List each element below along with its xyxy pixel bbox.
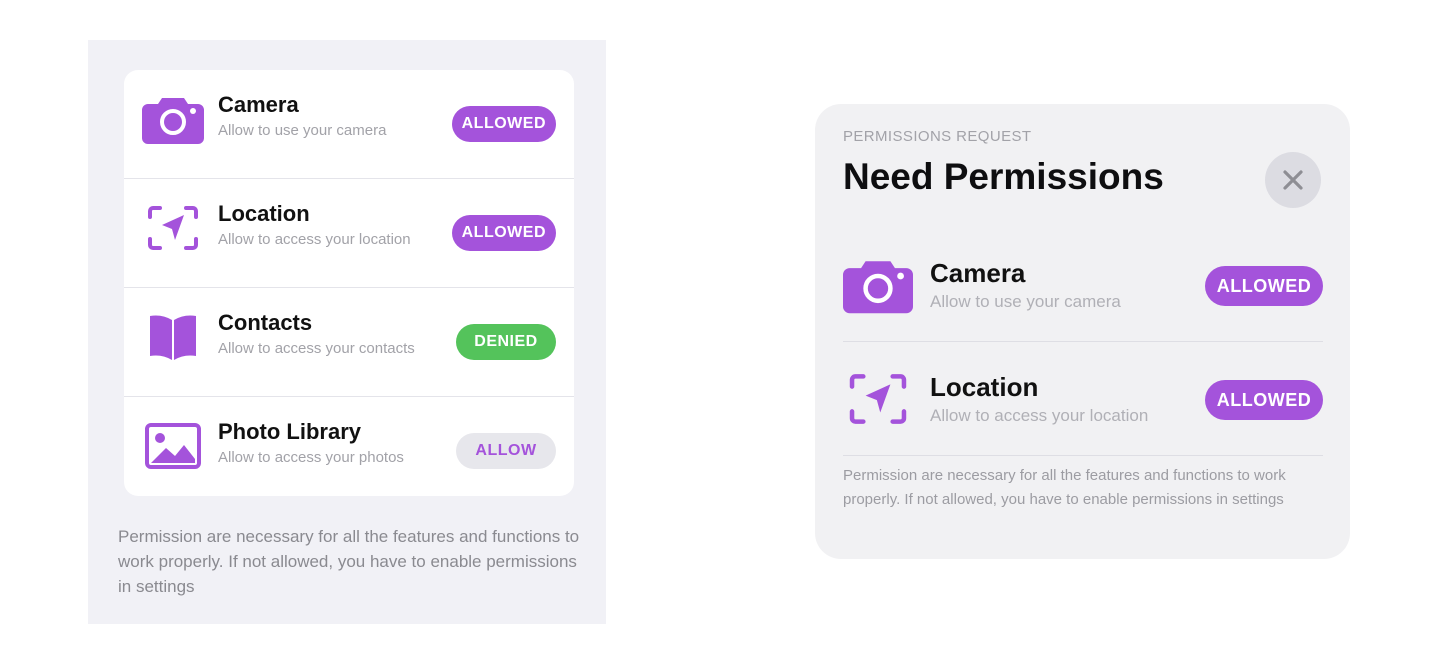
modal-item-subtitle: Allow to access your location	[930, 406, 1149, 425]
location-icon	[843, 370, 913, 428]
close-icon	[1283, 170, 1303, 190]
modal-item-location: Location Allow to access your location A…	[843, 342, 1323, 456]
location-icon	[142, 203, 204, 253]
modal-camera-status-button[interactable]: ALLOWED	[1205, 266, 1323, 306]
list-item-photo-library: Photo Library Allow to access your photo…	[124, 397, 574, 496]
list-item-title: Location	[218, 201, 310, 226]
list-item-subtitle: Allow to use your camera	[218, 122, 387, 139]
permissions-list-panel: Camera Allow to use your camera ALLOWED …	[88, 40, 606, 624]
list-item-title: Contacts	[218, 310, 313, 335]
list-item-contacts: Contacts Allow to access your contacts D…	[124, 288, 574, 397]
modal-location-status-button[interactable]: ALLOWED	[1205, 380, 1323, 420]
list-item-camera: Camera Allow to use your camera ALLOWED	[124, 70, 574, 179]
modal-item-title: Location	[930, 372, 1039, 402]
camera-status-button[interactable]: ALLOWED	[451, 106, 556, 142]
list-item-location: Location Allow to access your location A…	[124, 179, 574, 288]
modal-title: Need Permissions	[843, 156, 1164, 197]
contacts-book-icon	[142, 312, 204, 362]
list-item-subtitle: Allow to access your location	[218, 231, 411, 248]
contacts-status-button[interactable]: DENIED	[456, 324, 556, 360]
modal-eyebrow: PERMISSIONS REQUEST	[843, 128, 1032, 145]
permissions-list-card: Camera Allow to use your camera ALLOWED …	[124, 70, 574, 496]
modal-item-title: Camera	[930, 258, 1026, 288]
location-status-button[interactable]: ALLOWED	[451, 215, 556, 251]
photo-library-icon	[142, 421, 204, 471]
modal-item-camera: Camera Allow to use your camera ALLOWED	[843, 228, 1323, 342]
close-button[interactable]	[1265, 152, 1321, 208]
camera-icon	[843, 256, 913, 314]
list-item-subtitle: Allow to access your contacts	[218, 340, 415, 357]
permissions-request-modal: PERMISSIONS REQUEST Need Permissions Cam…	[815, 104, 1350, 559]
permissions-footnote: Permission are necessary for all the fea…	[118, 527, 580, 596]
list-item-title: Camera	[218, 92, 299, 117]
modal-footnote: Permission are necessary for all the fea…	[843, 467, 1286, 508]
modal-item-subtitle: Allow to use your camera	[930, 292, 1121, 311]
list-item-subtitle: Allow to access your photos	[218, 449, 404, 466]
camera-icon	[142, 94, 204, 144]
list-item-title: Photo Library	[218, 419, 362, 444]
photo-library-allow-button[interactable]: ALLOW	[456, 433, 556, 469]
